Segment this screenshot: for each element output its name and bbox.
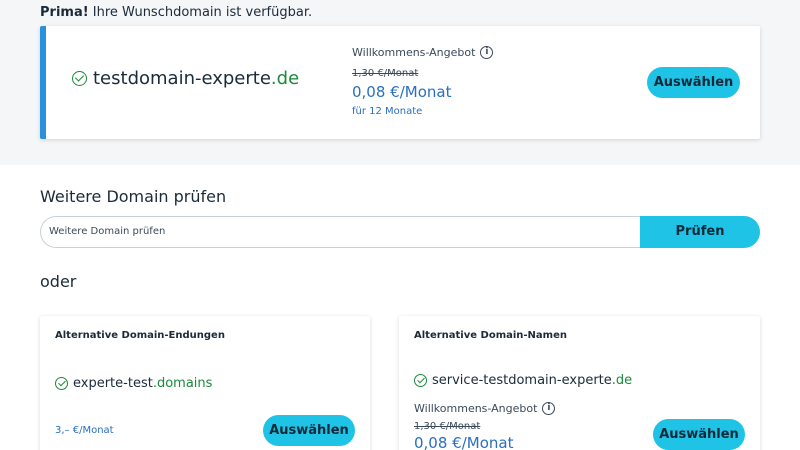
alt-ending-tld: .domains	[152, 376, 213, 391]
or-label: oder	[40, 272, 77, 291]
select-button[interactable]: Auswählen	[647, 67, 740, 98]
alt-name-offer-label: Willkommens-Angebot	[414, 402, 538, 415]
alt-name-select-button[interactable]: Auswählen	[653, 419, 745, 450]
alt-name-tld: .de	[611, 373, 633, 388]
search-title: Weitere Domain prüfen	[40, 187, 227, 206]
offer-block: Willkommens-Angebot i 1,30 €/Monat 0,08 …	[352, 46, 494, 117]
check-button[interactable]: Prüfen	[640, 216, 760, 248]
alt-names-title: Alternative Domain-Namen	[414, 330, 567, 341]
alt-ending-price: 3,– €/Monat	[55, 425, 114, 436]
search-row: Weitere Domain prüfen Prüfen	[40, 216, 760, 248]
alt-endings-title: Alternative Domain-Endungen	[55, 330, 225, 341]
new-price: 0,08 €/Monat	[352, 83, 452, 101]
availability-prefix: Prima!	[40, 5, 89, 20]
alt-ending-select-button[interactable]: Auswählen	[263, 415, 355, 446]
old-price: 1,30 €/Monat	[352, 68, 419, 79]
alt-ending-domain-name: experte-test.domains	[73, 376, 213, 391]
available-domain: testdomain-experte.de	[72, 68, 299, 89]
offer-label-row: Willkommens-Angebot i	[352, 46, 494, 59]
result-card: testdomain-experte.de Willkommens-Angebo…	[40, 26, 760, 139]
alt-name-offer-label-row: Willkommens-Angebot i	[414, 402, 556, 415]
domain-name: testdomain-experte.de	[93, 68, 300, 89]
alt-name-new-price: 0,08 €/Monat	[414, 434, 514, 450]
alt-name-domain: service-testdomain-experte.de	[414, 373, 632, 388]
alt-name-old-price: 1,30 €/Monat	[414, 421, 481, 432]
availability-message: Prima! Ihre Wunschdomain ist verfügbar.	[40, 5, 312, 20]
alt-names-card: Alternative Domain-Namen service-testdom…	[399, 316, 760, 450]
info-icon[interactable]: i	[480, 46, 494, 59]
alt-name-domain-name: service-testdomain-experte.de	[432, 373, 633, 388]
availability-text: Ihre Wunschdomain ist verfügbar.	[92, 5, 313, 20]
domain-tld: .de	[270, 68, 300, 89]
check-circle-icon	[414, 374, 427, 387]
alt-endings-card: Alternative Domain-Endungen experte-test…	[40, 316, 370, 450]
alt-ending-domain: experte-test.domains	[55, 376, 212, 391]
offer-label: Willkommens-Angebot	[352, 46, 476, 59]
alt-name-offer: Willkommens-Angebot i 1,30 €/Monat 0,08 …	[414, 402, 556, 450]
check-circle-icon	[72, 71, 87, 86]
info-icon[interactable]: i	[542, 402, 556, 415]
check-circle-icon	[55, 377, 68, 390]
domain-search-input[interactable]: Weitere Domain prüfen	[40, 216, 650, 248]
offer-period: für 12 Monate	[352, 106, 423, 117]
